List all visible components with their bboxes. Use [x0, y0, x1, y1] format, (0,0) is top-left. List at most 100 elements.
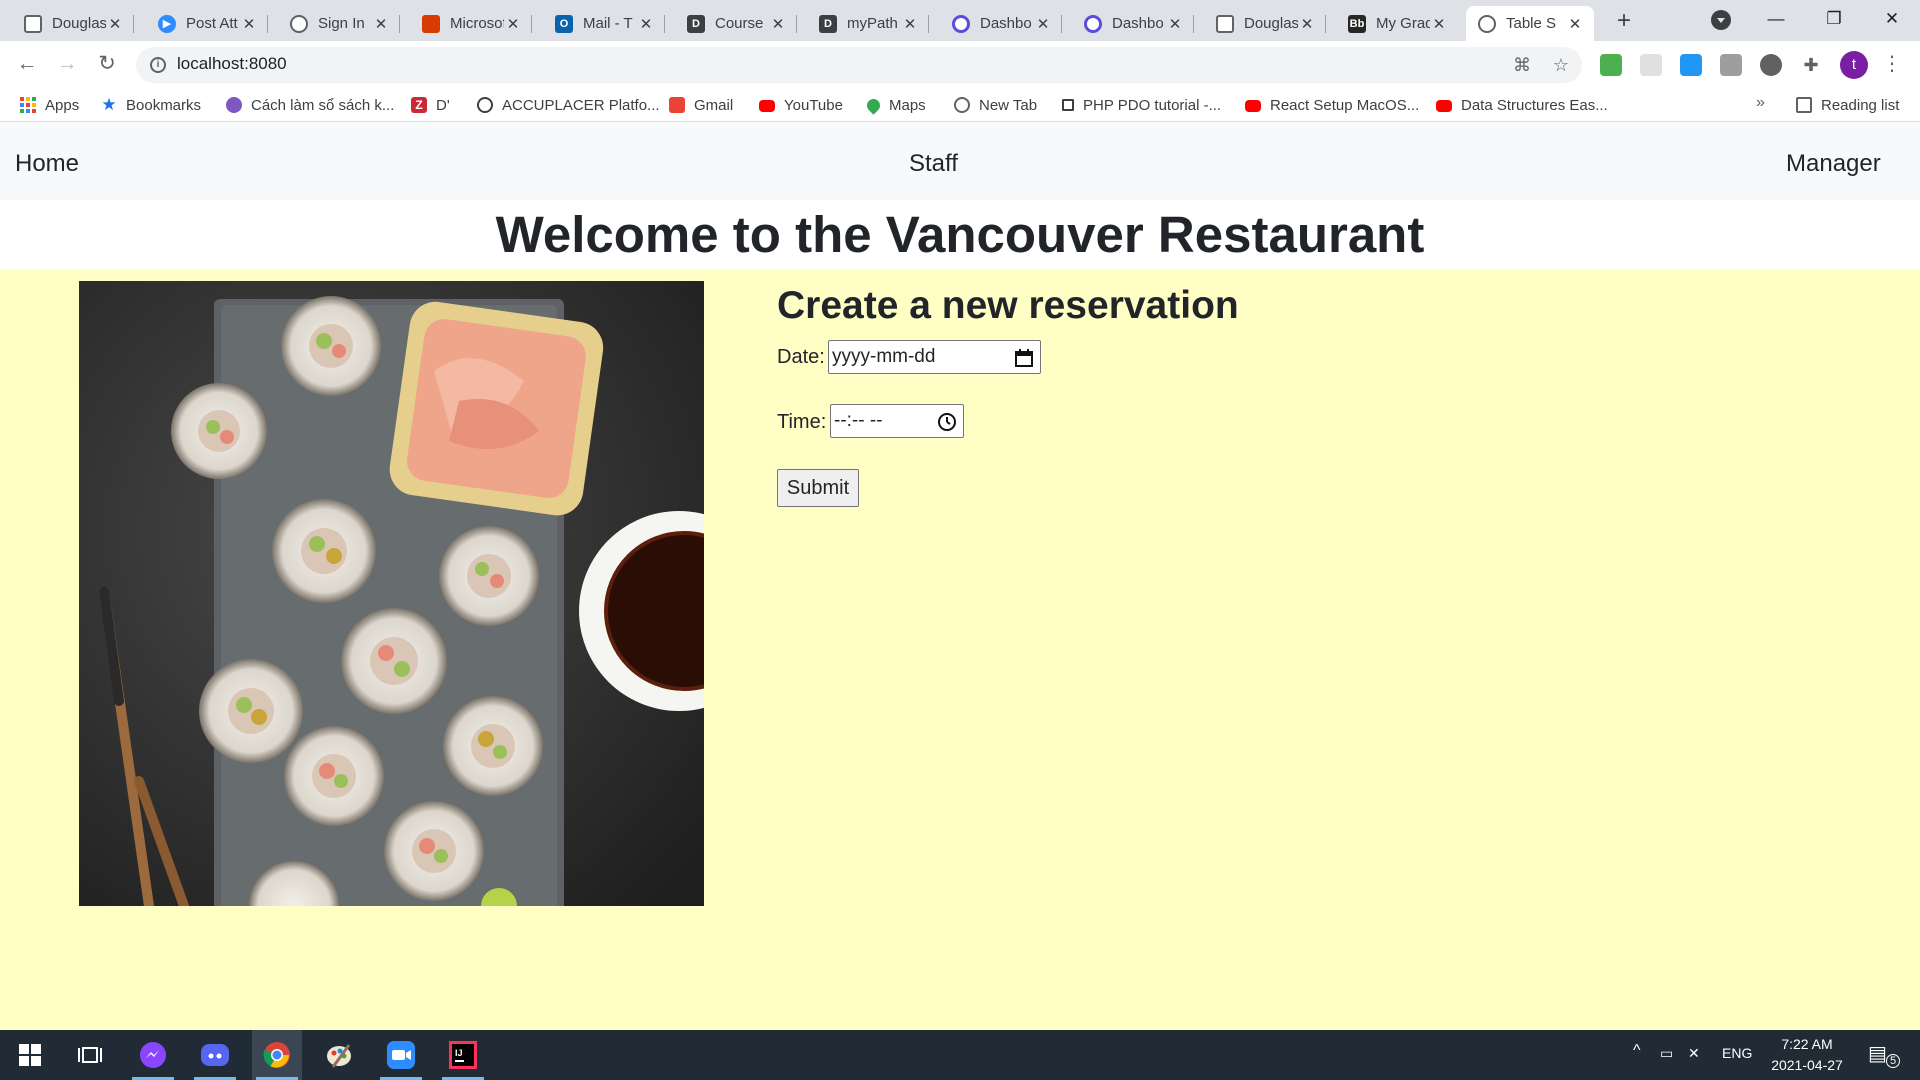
bookmark-zotero[interactable]: Z D'	[411, 94, 450, 116]
notifications-icon[interactable]: ▤	[1868, 1041, 1887, 1066]
bookmark-cach-lam[interactable]: Cách làm sổ sách k...	[226, 94, 394, 116]
douglas-icon	[24, 14, 42, 33]
url-text[interactable]: localhost:8080	[177, 54, 287, 74]
close-icon[interactable]: ✕	[1566, 15, 1584, 33]
tab-label: Mail - T	[583, 15, 633, 32]
forward-arrow-icon[interactable]: →	[53, 52, 81, 76]
douglas-icon	[1216, 14, 1234, 33]
bookmark-label: PHP PDO tutorial -...	[1083, 96, 1222, 114]
bookmark-site-icon	[226, 97, 242, 113]
close-icon[interactable]: ✕	[769, 15, 787, 33]
intellij-icon[interactable]: IJ	[438, 1030, 488, 1080]
star-icon: ★	[101, 95, 117, 114]
close-icon[interactable]: ✕	[901, 15, 919, 33]
minimize-button[interactable]: —	[1756, 4, 1796, 34]
menu-kebab-icon[interactable]: ⋮	[1882, 52, 1902, 76]
tab-label: Douglas	[52, 15, 106, 32]
bookmark-star-icon[interactable]: ☆	[1550, 54, 1572, 76]
close-icon[interactable]: ✕	[1166, 15, 1184, 33]
bookmark-maps[interactable]: Maps	[864, 94, 926, 116]
tab-sign-in[interactable]: Sign In ✕	[278, 6, 400, 41]
chrome-icon[interactable]	[252, 1030, 302, 1080]
svg-text:IJ: IJ	[455, 1048, 463, 1058]
tab-search-icon[interactable]	[1711, 10, 1731, 30]
bookmark-accuplacer[interactable]: ACCUPLACER Platfo...	[477, 94, 660, 116]
new-tab-button[interactable]: +	[1610, 7, 1638, 35]
language-indicator[interactable]: ENG	[1722, 1045, 1752, 1061]
nav-home-link[interactable]: Home	[15, 150, 79, 178]
tab-course[interactable]: D Course ✕	[675, 6, 797, 41]
tab-microsoft[interactable]: Microsoft ✕	[410, 6, 532, 41]
zoom-icon[interactable]	[376, 1030, 426, 1080]
nav-manager-link[interactable]: Manager	[1786, 150, 1881, 178]
tab-douglas-2[interactable]: Douglas ✕	[1204, 6, 1326, 41]
cast-extension-icon[interactable]	[1600, 54, 1622, 76]
bookmark-apps[interactable]: Apps	[20, 94, 79, 116]
site-navbar: Home Staff Manager	[0, 122, 1920, 200]
profile-avatar[interactable]: t	[1840, 51, 1868, 79]
close-icon[interactable]: ✕	[1430, 15, 1448, 33]
close-icon[interactable]: ✕	[106, 15, 124, 33]
tab-label: Dashbo	[980, 15, 1032, 32]
date-placeholder: yyyy-mm-dd	[832, 346, 936, 367]
close-icon[interactable]: ✕	[240, 15, 258, 33]
close-icon[interactable]: ✕	[1298, 15, 1316, 33]
office-icon	[422, 14, 440, 33]
time-input[interactable]: --:-- --	[830, 404, 964, 438]
close-icon[interactable]: ✕	[372, 15, 390, 33]
more-bookmarks-chevron[interactable]: »	[1756, 94, 1765, 112]
reading-list-button[interactable]: Reading list	[1796, 94, 1899, 116]
tab-my-grades[interactable]: Bb My Grad ✕	[1336, 6, 1458, 41]
reload-icon[interactable]: ↻	[93, 52, 121, 76]
bookmark-new-tab[interactable]: New Tab	[954, 94, 1037, 116]
paint-icon[interactable]	[314, 1030, 364, 1080]
address-bar[interactable]	[136, 47, 1582, 83]
tab-dashboard-2[interactable]: Dashbo ✕	[1072, 6, 1194, 41]
close-icon[interactable]: ✕	[637, 15, 655, 33]
globe-icon	[954, 97, 970, 113]
bookmark-react-setup[interactable]: React Setup MacOS...	[1245, 94, 1419, 116]
bookmark-gmail[interactable]: Gmail	[669, 94, 733, 116]
tab-mypath[interactable]: D myPath ✕	[807, 6, 929, 41]
battery-icon[interactable]: ▭	[1660, 1045, 1673, 1062]
messenger-icon[interactable]	[128, 1030, 178, 1080]
bookmark-php-pdo[interactable]: PHP PDO tutorial -...	[1062, 94, 1221, 116]
system-clock[interactable]: 7:22 AM 2021-04-27	[1762, 1034, 1852, 1076]
discord-icon[interactable]	[190, 1030, 240, 1080]
back-arrow-icon[interactable]: ←	[13, 52, 41, 76]
calendar-icon[interactable]	[1014, 348, 1034, 368]
extension-icon[interactable]	[1640, 54, 1662, 76]
show-hidden-icons-chevron[interactable]: ^	[1633, 1042, 1641, 1060]
close-icon[interactable]: ✕	[1034, 15, 1052, 33]
close-window-button[interactable]: ✕	[1872, 4, 1912, 34]
tab-post-att[interactable]: ▶ Post Att ✕	[146, 6, 268, 41]
tab-mail[interactable]: O Mail - T ✕	[543, 6, 665, 41]
close-icon[interactable]: ✕	[504, 15, 522, 33]
reader-extension-icon[interactable]	[1720, 54, 1742, 76]
bookmark-youtube[interactable]: YouTube	[759, 94, 843, 116]
apps-grid-icon	[20, 97, 36, 113]
water-drop-extension-icon[interactable]	[1680, 54, 1702, 76]
clock-icon[interactable]	[937, 412, 957, 432]
nav-staff-link[interactable]: Staff	[909, 150, 958, 178]
tab-table-active[interactable]: Table S ✕	[1466, 6, 1594, 41]
task-view-icon[interactable]	[65, 1030, 115, 1080]
date-input[interactable]: yyyy-mm-dd	[828, 340, 1041, 374]
tab-dashboard-1[interactable]: Dashbo ✕	[940, 6, 1062, 41]
submit-button[interactable]: Submit	[777, 469, 859, 507]
volume-muted-icon[interactable]: ✕	[1688, 1045, 1700, 1062]
site-info-icon[interactable]: i	[150, 57, 166, 73]
bookmark-label: Maps	[889, 96, 926, 114]
bookmark-bookmarks[interactable]: ★ Bookmarks	[101, 94, 201, 116]
bug-extension-icon[interactable]	[1760, 54, 1782, 76]
page-viewport: Home Staff Manager Welcome to the Vancou…	[0, 122, 1920, 1040]
bookmark-label: Data Structures Eas...	[1461, 96, 1608, 114]
bookmark-label: ACCUPLACER Platfo...	[502, 96, 660, 114]
restore-button[interactable]: ❐	[1814, 4, 1854, 34]
bookmark-data-structures[interactable]: Data Structures Eas...	[1436, 94, 1608, 116]
time-placeholder: --:-- --	[834, 410, 883, 431]
puzzle-extensions-icon[interactable]: ✚	[1800, 54, 1822, 76]
tab-douglas-1[interactable]: Douglas ✕	[12, 6, 134, 41]
translate-icon[interactable]: ⌘	[1511, 54, 1533, 76]
windows-start-icon[interactable]	[5, 1030, 55, 1080]
